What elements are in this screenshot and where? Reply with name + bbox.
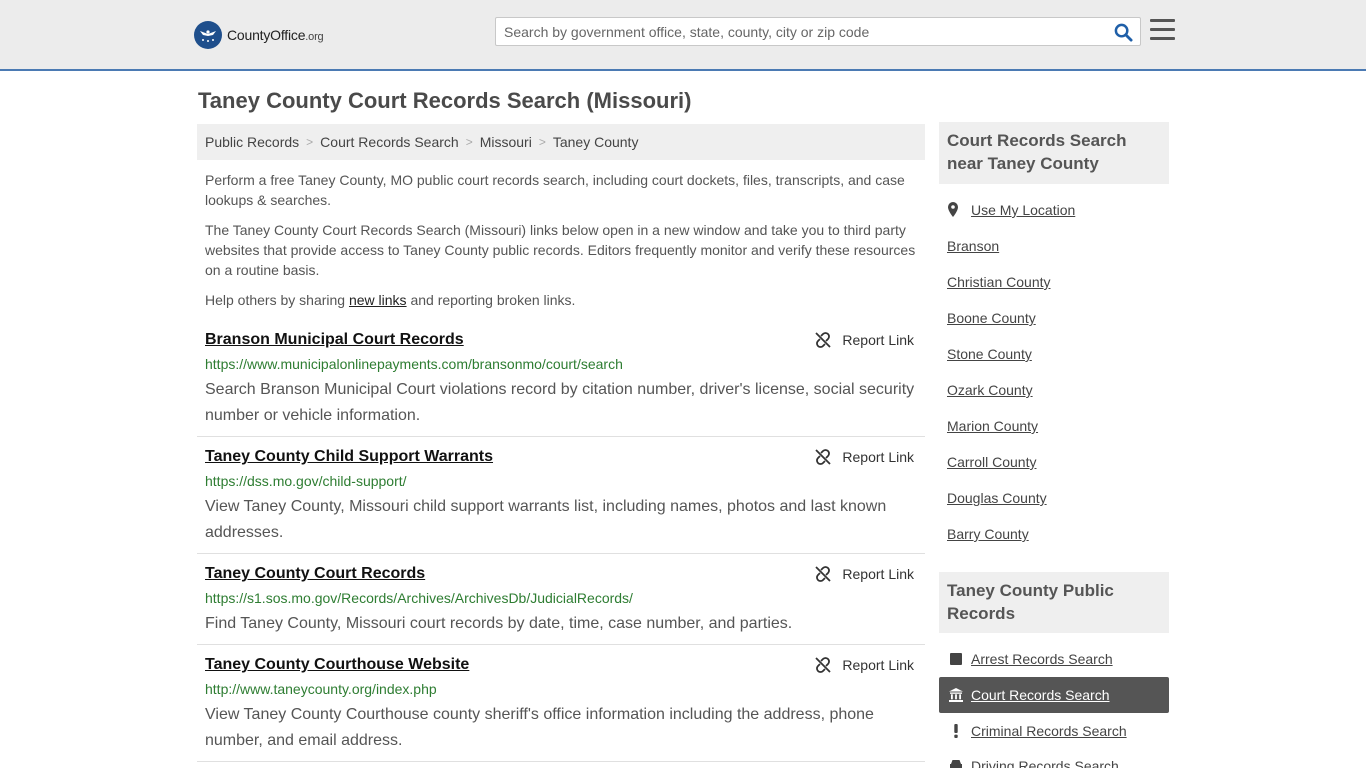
- car-icon: [949, 758, 963, 768]
- sidebar-item-court-records[interactable]: Court Records Search: [939, 677, 1169, 713]
- search-input[interactable]: [496, 18, 1106, 45]
- result-title-link[interactable]: Taney County Court Records: [205, 565, 425, 583]
- result-url: https://s1.sos.mo.gov/Records/Archives/A…: [205, 590, 633, 606]
- report-link-button[interactable]: Report Link: [814, 565, 914, 583]
- sidebar-item-driving-records[interactable]: Driving Records Search: [939, 749, 1169, 768]
- breadcrumb-court-records-search[interactable]: Court Records Search: [320, 134, 459, 150]
- breadcrumb-separator: >: [465, 135, 473, 149]
- nearby-link-carroll-county[interactable]: Carroll County: [947, 454, 1036, 470]
- result-description: View Taney County Courthouse county sher…: [205, 706, 874, 749]
- square-icon: [949, 652, 963, 666]
- result-url: https://dss.mo.gov/child-support/: [205, 473, 407, 489]
- result-description: Search Branson Municipal Court violation…: [205, 381, 915, 424]
- report-link-button[interactable]: Report Link: [814, 448, 914, 466]
- breadcrumb-taney-county[interactable]: Taney County: [553, 134, 639, 150]
- logo-wordmark: CountyOffice.org: [227, 27, 324, 43]
- broken-link-icon: [815, 566, 832, 582]
- result-url: http://www.taneycounty.org/index.php: [205, 681, 437, 697]
- report-link-button[interactable]: Report Link: [814, 656, 914, 674]
- nearby-link-ozark-county[interactable]: Ozark County: [947, 382, 1033, 398]
- nearby-link-stone-county[interactable]: Stone County: [947, 346, 1032, 362]
- result-title-link[interactable]: Branson Municipal Court Records: [205, 331, 464, 349]
- breadcrumb: Public Records > Court Records Search > …: [197, 124, 925, 160]
- nearby-link-christian-county[interactable]: Christian County: [947, 274, 1051, 290]
- page-title: Taney County Court Records Search (Misso…: [198, 88, 692, 113]
- nearby-link-boone-county[interactable]: Boone County: [947, 310, 1036, 326]
- eagle-seal-icon: [194, 21, 222, 49]
- result-title-link[interactable]: Taney County Courthouse Website: [205, 656, 469, 674]
- breadcrumb-separator: >: [306, 135, 314, 149]
- search-icon: [1114, 23, 1133, 42]
- nearby-link-douglas-county[interactable]: Douglas County: [947, 490, 1047, 506]
- hamburger-menu-icon[interactable]: [1150, 19, 1175, 41]
- site-logo[interactable]: CountyOffice.org: [194, 21, 324, 49]
- map-marker-icon: [948, 202, 958, 217]
- nearby-link-marion-county[interactable]: Marion County: [947, 418, 1038, 434]
- sidebar-item-arrest-records[interactable]: Arrest Records Search: [939, 641, 1169, 677]
- search-button[interactable]: [1112, 22, 1134, 42]
- broken-link-icon: [815, 449, 832, 465]
- result-item: Taney County Courthouse Website Report L…: [197, 656, 925, 762]
- result-title-link[interactable]: Taney County Child Support Warrants: [205, 448, 493, 466]
- result-description: Find Taney County, Missouri court record…: [205, 615, 793, 632]
- nearby-heading: Court Records Search near Taney County: [939, 122, 1169, 184]
- sidebar-item-criminal-records[interactable]: Criminal Records Search: [939, 713, 1169, 749]
- result-item: Branson Municipal Court Records Report L…: [197, 331, 925, 437]
- breadcrumb-missouri[interactable]: Missouri: [480, 134, 532, 150]
- share-links-paragraph: Help others by sharing new links and rep…: [205, 292, 576, 308]
- disclaimer-paragraph: The Taney County Court Records Search (M…: [205, 222, 916, 278]
- breadcrumb-public-records[interactable]: Public Records: [205, 134, 299, 150]
- broken-link-icon: [815, 332, 832, 348]
- result-item: Taney County Court Records Report Link h…: [197, 565, 925, 645]
- intro-paragraph: Perform a free Taney County, MO public c…: [205, 172, 905, 208]
- exclamation-icon: [949, 724, 963, 738]
- nearby-link-branson[interactable]: Branson: [947, 238, 999, 254]
- site-header: CountyOffice.org: [0, 0, 1366, 71]
- public-records-heading: Taney County Public Records: [939, 572, 1169, 633]
- result-description: View Taney County, Missouri child suppor…: [205, 498, 887, 541]
- nearby-link-barry-county[interactable]: Barry County: [947, 526, 1029, 542]
- report-link-button[interactable]: Report Link: [814, 331, 914, 349]
- broken-link-icon: [815, 657, 832, 673]
- courthouse-icon: [949, 688, 963, 702]
- use-my-location-link[interactable]: Use My Location: [947, 202, 1075, 218]
- result-item: Taney County Child Support Warrants Repo…: [197, 448, 925, 554]
- breadcrumb-separator: >: [538, 135, 546, 149]
- search-bar: [495, 17, 1141, 46]
- result-url: https://www.municipalonlinepayments.com/…: [205, 356, 623, 372]
- new-links-link[interactable]: new links: [349, 292, 407, 308]
